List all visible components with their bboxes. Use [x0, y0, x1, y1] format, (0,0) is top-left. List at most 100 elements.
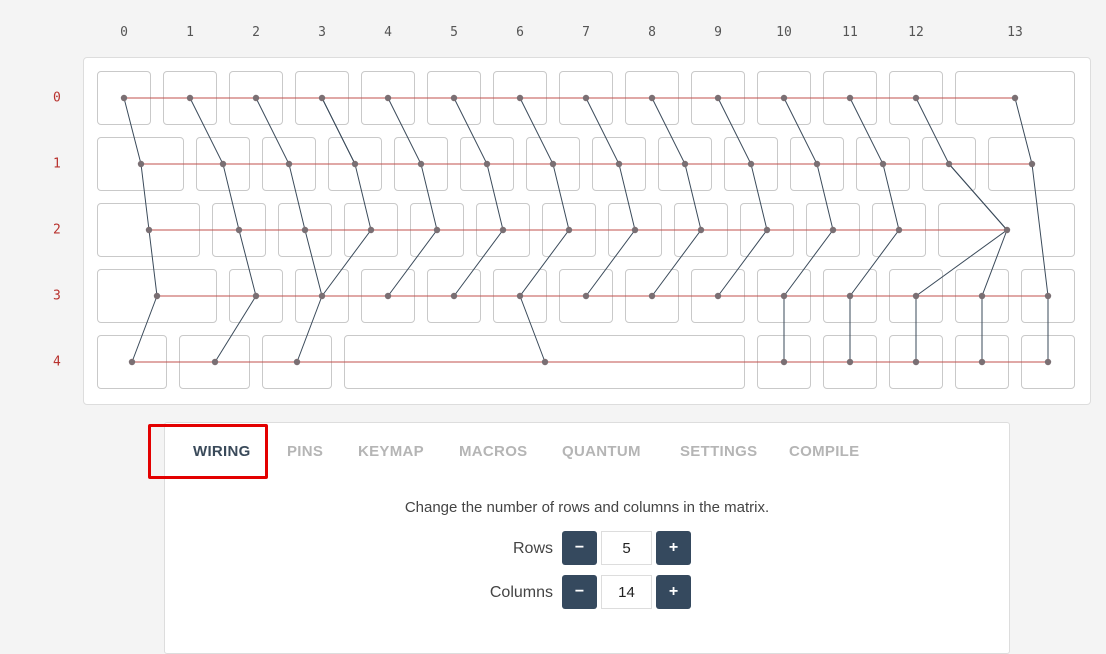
tab-keymap[interactable]: KEYMAP: [358, 443, 424, 460]
tab-quantum[interactable]: QUANTUM: [562, 443, 641, 460]
wire-node: [1044, 292, 1052, 300]
column-label: 12: [908, 25, 924, 40]
wire-node: [549, 160, 557, 168]
column-label: 0: [120, 25, 128, 40]
tab-pins[interactable]: PINS: [287, 443, 323, 460]
column-wire: [948, 163, 1008, 231]
wire-node: [293, 358, 301, 366]
columns-input[interactable]: [601, 575, 652, 609]
rows-label: Rows: [512, 540, 553, 557]
wire-node: [582, 94, 590, 102]
column-label: 6: [516, 25, 524, 40]
column-wire: [585, 97, 636, 297]
wire-node: [912, 94, 920, 102]
wire-node: [846, 292, 854, 300]
wire-node: [681, 160, 689, 168]
wire-node: [483, 160, 491, 168]
column-wire: [255, 97, 323, 297]
wire-node: [301, 226, 309, 234]
active-tab-highlight: [148, 424, 268, 479]
wire-node: [450, 94, 458, 102]
column-label: 5: [450, 25, 458, 40]
row-label: 3: [53, 288, 61, 304]
wire-node: [648, 292, 656, 300]
wire-node: [945, 160, 953, 168]
row-label: 0: [53, 90, 61, 106]
wire-node: [384, 94, 392, 102]
wire-node: [1044, 358, 1052, 366]
wire-node: [219, 160, 227, 168]
wire-node: [813, 160, 821, 168]
column-wire: [387, 97, 438, 297]
wire-node: [235, 226, 243, 234]
wire-node: [285, 160, 293, 168]
row-label: 2: [53, 222, 61, 238]
wire-node: [780, 358, 788, 366]
wire-node: [780, 94, 788, 102]
wire-node: [433, 226, 441, 234]
wire-node: [516, 94, 524, 102]
wire-node: [615, 160, 623, 168]
wire-node: [747, 160, 755, 168]
columns-increment-button[interactable]: +: [656, 575, 691, 609]
wire-node: [318, 292, 326, 300]
wire-node: [978, 292, 986, 300]
wire-node: [978, 358, 986, 366]
wire-node: [648, 94, 656, 102]
wire-node: [1028, 160, 1036, 168]
column-label: 10: [776, 25, 792, 40]
column-label: 9: [714, 25, 722, 40]
column-label: 1: [186, 25, 194, 40]
wire-node: [697, 226, 705, 234]
wire-node: [846, 358, 854, 366]
minus-icon: −: [574, 583, 585, 600]
wire-node: [252, 292, 260, 300]
keyboard-matrix: [83, 57, 1091, 405]
wiring-description: Change the number of rows and columns in…: [404, 499, 770, 516]
wire-node: [846, 94, 854, 102]
wire-node: [912, 292, 920, 300]
plus-icon: +: [668, 583, 679, 600]
wiring-diagram: [120, 94, 1052, 366]
column-label: 11: [842, 25, 858, 40]
column-wire: [321, 97, 372, 297]
column-wire: [453, 97, 504, 297]
wire-node: [714, 94, 722, 102]
wire-node: [895, 226, 903, 234]
column-label: 13: [1007, 25, 1023, 40]
wire-node: [763, 226, 771, 234]
wire-node: [582, 292, 590, 300]
wire-node: [384, 292, 392, 300]
column-wire: [296, 295, 323, 363]
wire-node: [211, 358, 219, 366]
wire-node: [145, 226, 153, 234]
wire-node: [1011, 94, 1019, 102]
column-wire: [321, 97, 356, 165]
columns-label: Columns: [489, 584, 553, 601]
wire-node: [128, 358, 136, 366]
wire-node: [450, 292, 458, 300]
wire-node: [565, 226, 573, 234]
wire-node: [367, 226, 375, 234]
column-label: 4: [384, 25, 392, 40]
rows-increment-button[interactable]: +: [656, 531, 691, 565]
tab-compile[interactable]: COMPILE: [789, 443, 859, 460]
wire-node: [252, 94, 260, 102]
column-label: 3: [318, 25, 326, 40]
column-wire: [651, 97, 702, 297]
wire-node: [879, 160, 887, 168]
minus-icon: −: [574, 539, 585, 556]
columns-decrement-button[interactable]: −: [562, 575, 597, 609]
rows-input[interactable]: [601, 531, 652, 565]
wire-node: [1003, 226, 1011, 234]
tab-settings[interactable]: SETTINGS: [680, 443, 757, 460]
wire-node: [499, 226, 507, 234]
rows-decrement-button[interactable]: −: [562, 531, 597, 565]
column-wire: [717, 97, 768, 297]
wire-node: [541, 358, 549, 366]
wire-node: [714, 292, 722, 300]
column-label: 7: [582, 25, 590, 40]
wire-node: [829, 226, 837, 234]
column-wire: [1014, 97, 1049, 362]
tab-macros[interactable]: MACROS: [459, 443, 527, 460]
